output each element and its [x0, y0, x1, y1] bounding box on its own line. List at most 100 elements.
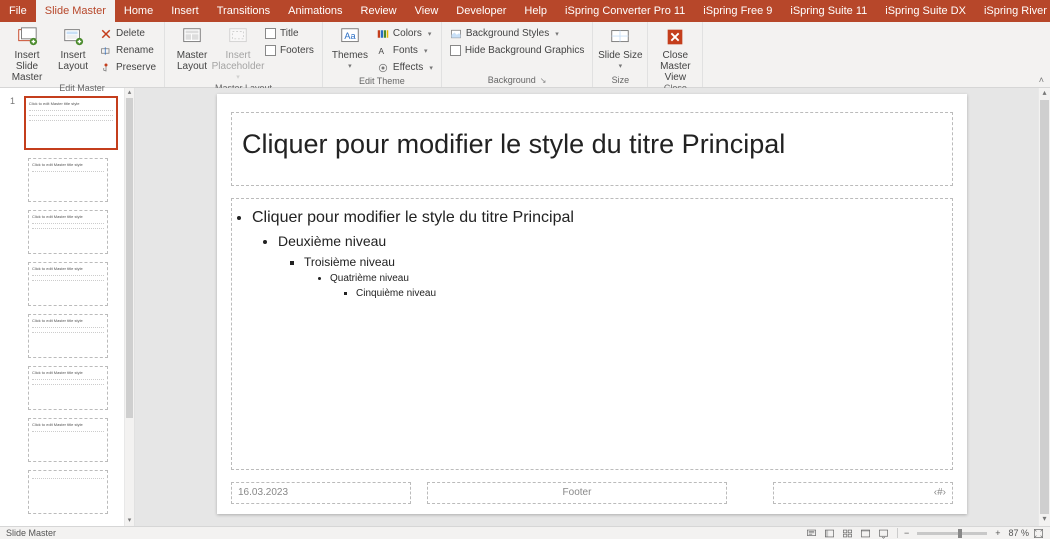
footers-checkbox-label: Footers	[280, 45, 314, 56]
thumb-layout[interactable]: Click to edit Master title style	[28, 262, 108, 306]
notes-button[interactable]	[804, 528, 820, 539]
thumb-layout[interactable]	[28, 470, 108, 514]
thumb-number: 1	[10, 96, 20, 106]
insert-placeholder-button[interactable]: Insert Placeholder ▾	[215, 24, 261, 83]
thumb-layout[interactable]: Click to edit Master title style	[28, 210, 108, 254]
thumb-layout[interactable]: Click to edit Master title style	[28, 314, 108, 358]
thumbnail-scrollbar[interactable]: ▴ ▾	[124, 88, 134, 526]
slide-number-placeholder[interactable]: ‹#›	[773, 482, 953, 504]
tab-ispring-converter[interactable]: iSpring Converter Pro 11	[556, 0, 694, 22]
preserve-button[interactable]: Preserve	[100, 60, 156, 75]
insert-slide-master-icon	[16, 26, 38, 48]
thumb-layout-label: Click to edit Master title style	[32, 214, 104, 219]
fit-to-window-button[interactable]	[1033, 528, 1044, 539]
checkbox-icon	[265, 45, 276, 56]
title-checkbox[interactable]: Title	[265, 26, 314, 41]
slide-editor: Cliquer pour modifier le style du titre …	[135, 88, 1050, 526]
group-background: Background Styles▾ Hide Background Graph…	[442, 22, 594, 87]
insert-layout-label: Insert Layout	[50, 50, 96, 72]
preserve-icon	[100, 62, 112, 74]
scroll-down-icon[interactable]: ▾	[1039, 514, 1050, 526]
tab-ispring-river[interactable]: iSpring River 8	[975, 0, 1050, 22]
insert-layout-button[interactable]: Insert Layout	[50, 24, 96, 72]
tab-home[interactable]: Home	[115, 0, 162, 22]
tab-animations[interactable]: Animations	[279, 0, 351, 22]
group-label-edit-theme: Edit Theme	[359, 75, 405, 87]
fonts-button[interactable]: AFonts▾	[377, 43, 433, 58]
effects-label: Effects	[393, 62, 423, 73]
tab-file[interactable]: File	[0, 0, 36, 22]
preserve-label: Preserve	[116, 62, 156, 73]
background-styles-button[interactable]: Background Styles▾	[450, 26, 585, 41]
themes-label: Themes	[332, 50, 368, 61]
slideshow-button[interactable]	[876, 528, 892, 539]
tab-transitions[interactable]: Transitions	[208, 0, 279, 22]
title-checkbox-label: Title	[280, 28, 299, 39]
rename-label: Rename	[116, 45, 154, 56]
chevron-down-icon: ▾	[429, 64, 433, 72]
master-layout-label: Master Layout	[169, 50, 215, 72]
zoom-slider[interactable]	[917, 532, 987, 535]
thumb-master-label: Click to edit Master title style	[29, 101, 113, 106]
group-edit-master: Insert Slide Master Insert Layout Delete…	[0, 22, 165, 87]
body-level-1: Cliquer pour modifier le style du titre …	[252, 209, 574, 226]
tab-review[interactable]: Review	[352, 0, 406, 22]
thumb-layout-label: Click to edit Master title style	[32, 162, 104, 167]
normal-view-button[interactable]	[822, 528, 838, 539]
insert-slide-master-button[interactable]: Insert Slide Master	[4, 24, 50, 83]
slide-size-button[interactable]: Slide Size ▾	[597, 24, 643, 72]
insert-slide-master-label: Insert Slide Master	[4, 50, 50, 83]
group-close: Close Master View Close	[648, 22, 703, 87]
tab-ispring-suite[interactable]: iSpring Suite 11	[781, 0, 876, 22]
zoom-out-button[interactable]: −	[902, 528, 911, 538]
tab-slide-master[interactable]: Slide Master	[36, 0, 115, 22]
tab-ispring-dx[interactable]: iSpring Suite DX	[876, 0, 975, 22]
zoom-level[interactable]: 87 %	[1008, 528, 1029, 538]
tab-insert[interactable]: Insert	[162, 0, 208, 22]
themes-icon: Aa	[339, 26, 361, 48]
themes-button[interactable]: Aa Themes ▾	[327, 24, 373, 72]
scroll-down-icon[interactable]: ▾	[125, 516, 134, 526]
tab-ispring-free[interactable]: iSpring Free 9	[694, 0, 781, 22]
body-placeholder[interactable]: Cliquer pour modifier le style du titre …	[231, 198, 953, 470]
collapse-ribbon-button[interactable]: ˄	[1039, 75, 1044, 85]
footers-checkbox[interactable]: Footers	[265, 43, 314, 58]
title-placeholder[interactable]: Cliquer pour modifier le style du titre …	[231, 112, 953, 186]
title-bar: File Slide Master Home Insert Transition…	[0, 0, 1050, 22]
zoom-in-button[interactable]: +	[993, 528, 1002, 538]
master-layout-button[interactable]: Master Layout	[169, 24, 215, 72]
rename-button[interactable]: Rename	[100, 43, 156, 58]
colors-button[interactable]: Colors▾	[377, 26, 433, 41]
scrollbar-handle[interactable]	[126, 98, 133, 418]
tab-developer[interactable]: Developer	[447, 0, 515, 22]
chevron-down-icon: ▾	[424, 47, 428, 55]
thumb-master[interactable]: Click to edit Master title style	[24, 96, 118, 150]
insert-layout-icon	[62, 26, 84, 48]
scroll-up-icon[interactable]: ▴	[1039, 88, 1050, 100]
group-label-size: Size	[612, 73, 630, 87]
scrollbar-handle[interactable]	[1040, 100, 1049, 514]
tab-help[interactable]: Help	[515, 0, 556, 22]
close-master-view-button[interactable]: Close Master View	[652, 24, 698, 83]
editor-canvas[interactable]: Cliquer pour modifier le style du titre …	[135, 88, 1038, 526]
reading-view-button[interactable]	[858, 528, 874, 539]
svg-text:Aa: Aa	[344, 31, 356, 41]
delete-label: Delete	[116, 28, 145, 39]
thumb-layout[interactable]: Click to edit Master title style	[28, 366, 108, 410]
thumb-layout[interactable]: Click to edit Master title style	[28, 418, 108, 462]
thumb-layout[interactable]: Click to edit Master title style	[28, 158, 108, 202]
slide-number-text: ‹#›	[934, 487, 946, 498]
scroll-up-icon[interactable]: ▴	[125, 88, 134, 98]
hide-background-checkbox[interactable]: Hide Background Graphics	[450, 43, 585, 58]
zoom-slider-knob[interactable]	[958, 529, 962, 538]
delete-button[interactable]: Delete	[100, 26, 156, 41]
footer-placeholder[interactable]: Footer	[427, 482, 727, 504]
editor-scrollbar[interactable]: ▴ ▾	[1038, 88, 1050, 526]
background-launcher[interactable]: ↘	[540, 76, 547, 85]
sorter-view-button[interactable]	[840, 528, 856, 539]
group-label-background: Background	[488, 75, 536, 85]
chevron-down-icon: ▾	[555, 30, 559, 38]
effects-button[interactable]: Effects ▾	[377, 60, 433, 75]
date-placeholder[interactable]: 16.03.2023	[231, 482, 411, 504]
tab-view[interactable]: View	[406, 0, 448, 22]
